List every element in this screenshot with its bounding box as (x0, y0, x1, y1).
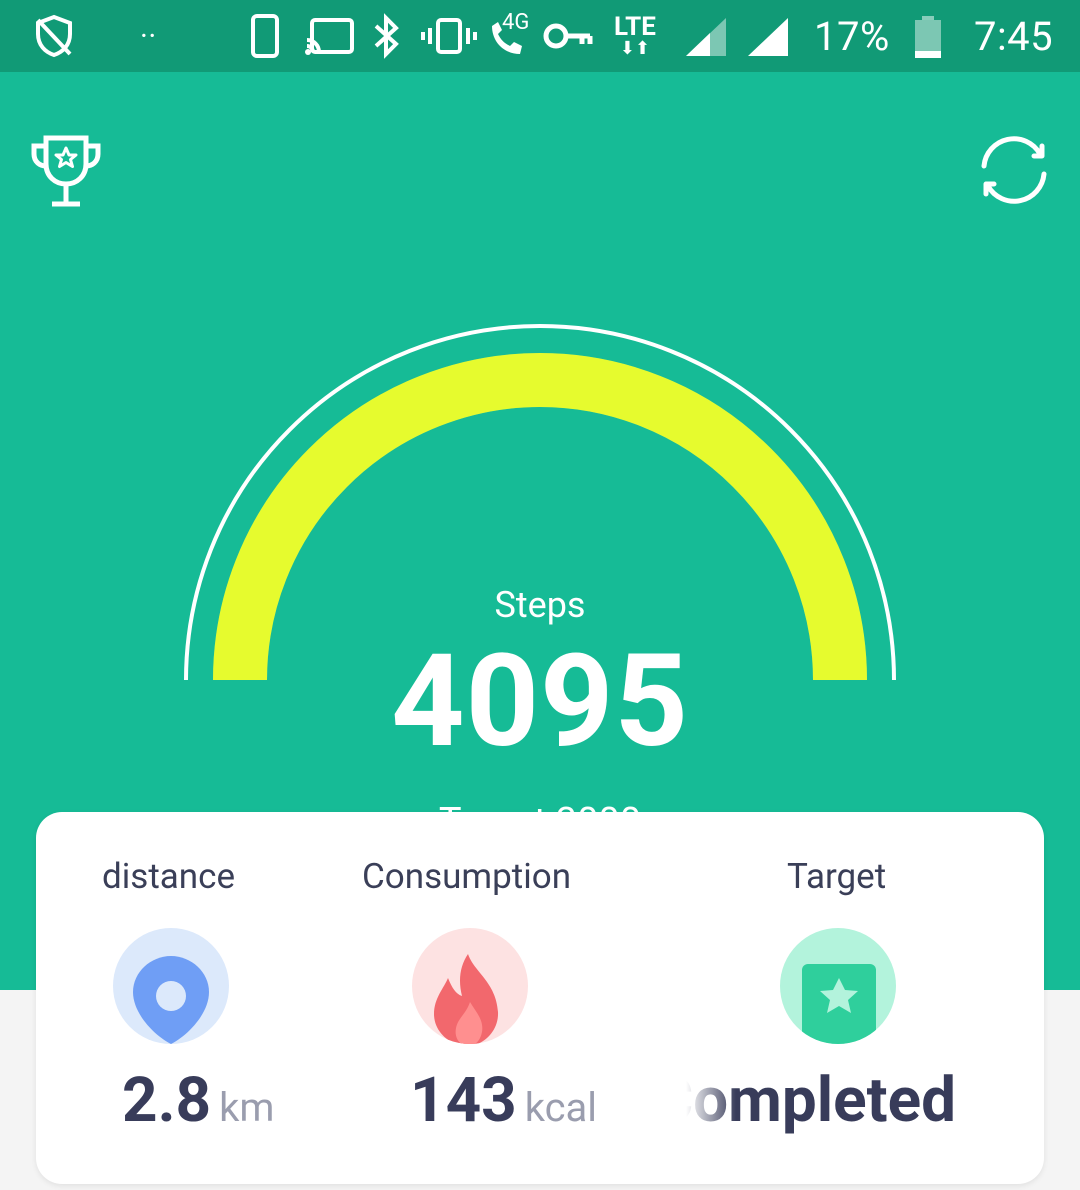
shield-off-icon (30, 0, 78, 72)
distance-title: distance (102, 856, 236, 897)
bluetooth-icon (372, 0, 402, 72)
consumption-value: 143 (410, 1064, 517, 1137)
network-type-label: 4G (502, 10, 530, 35)
distance-unit: km (219, 1084, 275, 1131)
signal-icon-1 (684, 0, 728, 72)
vpn-key-icon (542, 0, 594, 72)
consumption-title: Consumption (362, 856, 572, 897)
vibrate-icon (420, 0, 478, 72)
lte-indicator: LTE ⬇⬆ (614, 0, 656, 72)
target-status-marquee: Completed (686, 1066, 1016, 1146)
data-arrows-icon: ⬇⬆ (619, 38, 651, 59)
cast-icon (304, 0, 356, 72)
location-pin-icon (113, 928, 229, 1044)
flame-icon (412, 928, 528, 1044)
distance-value-group: 2.8 km (122, 1066, 274, 1143)
marquee-fade (686, 1066, 736, 1146)
screen: ·· 4G LTE ⬇⬆ 17% 7:45 Steps 4095 distanc… (0, 0, 1080, 1190)
consumption-unit: kcal (524, 1084, 598, 1131)
steps-label: Steps (494, 584, 586, 626)
wifi-call-icon: 4G (486, 0, 536, 72)
consumption-value-group: 143 kcal (410, 1066, 597, 1143)
clock: 7:45 (974, 12, 1054, 60)
status-bar: ·· 4G LTE ⬇⬆ 17% 7:45 (0, 0, 1080, 72)
notification-dots: ·· (140, 18, 157, 54)
signal-icon-2 (746, 0, 790, 72)
steps-count: 4095 (391, 627, 689, 777)
distance-value: 2.8 (122, 1064, 212, 1137)
lte-label: LTE (614, 12, 656, 42)
phone-icon (250, 0, 280, 72)
battery-icon (912, 0, 944, 72)
target-title: Target (787, 856, 887, 897)
star-badge-icon (780, 928, 896, 1044)
battery-percent: 17% (814, 12, 890, 60)
stats-card: distance 2.8 km Consumption 143 kcal Targe… (36, 812, 1044, 1184)
